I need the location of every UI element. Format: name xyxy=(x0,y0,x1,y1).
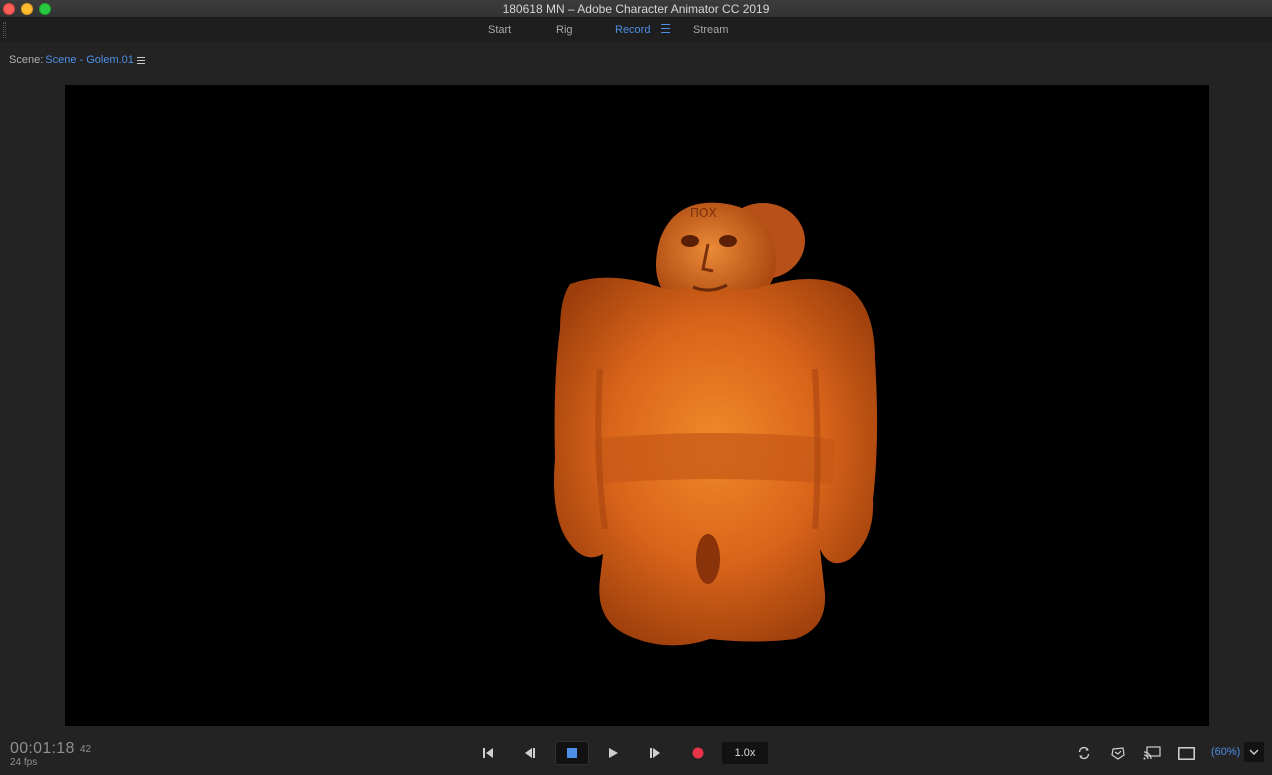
tab-rig[interactable]: Rig xyxy=(556,18,573,42)
zoom-level[interactable]: (60%) xyxy=(1211,746,1240,758)
scene-label: Scene: xyxy=(9,54,44,66)
frame-number: 42 xyxy=(80,744,92,755)
refresh-icon xyxy=(1078,746,1090,760)
timecode[interactable]: 00:01:18 xyxy=(10,740,75,758)
tab-stream[interactable]: Stream xyxy=(693,18,728,42)
skip-to-start-icon xyxy=(483,748,493,758)
record-icon xyxy=(692,747,704,759)
record-tab-menu-icon[interactable] xyxy=(661,24,670,34)
refresh-button[interactable] xyxy=(1074,741,1094,765)
scene-stage[interactable]: ПОХ xyxy=(65,85,1209,726)
go-to-start-button[interactable] xyxy=(478,741,498,765)
stream-button[interactable] xyxy=(1142,741,1162,765)
screen-button[interactable] xyxy=(1176,741,1196,765)
chevron-down-icon xyxy=(1249,749,1259,755)
golem-puppet-image: ПОХ xyxy=(554,202,878,646)
scene-header: Scene: Scene - Golem.01 xyxy=(9,53,134,67)
frame-rate: 24 fps xyxy=(10,757,38,768)
stream-icon xyxy=(1143,746,1161,760)
step-back-button[interactable] xyxy=(520,741,540,765)
puppet-icon xyxy=(1111,747,1125,760)
stop-icon xyxy=(567,748,577,758)
play-icon xyxy=(608,748,618,758)
step-forward-icon xyxy=(650,748,660,758)
svg-text:ПОХ: ПОХ xyxy=(690,206,717,220)
tab-start[interactable]: Start xyxy=(488,18,511,42)
record-button[interactable] xyxy=(688,741,708,765)
playback-speed-button[interactable]: 1.0x xyxy=(722,742,768,764)
window-title: 180618 MN – Adobe Character Animator CC … xyxy=(502,2,770,16)
panel-grip[interactable] xyxy=(3,22,6,38)
scene-menu-icon[interactable] xyxy=(137,57,145,65)
puppet-button[interactable] xyxy=(1108,741,1128,765)
zoom-dropdown-button[interactable] xyxy=(1244,742,1264,762)
stop-button[interactable] xyxy=(555,741,589,765)
scene-panel: Scene: Scene - Golem.01 ПОХ 00:01:18 42 … xyxy=(0,45,1272,775)
scene-name-dropdown[interactable]: Scene - Golem.01 xyxy=(45,54,134,66)
tab-record[interactable]: Record xyxy=(615,18,650,42)
title-bar: 180618 MN – Adobe Character Animator CC … xyxy=(0,0,1272,18)
screen-icon xyxy=(1177,746,1195,760)
play-button[interactable] xyxy=(603,741,623,765)
step-forward-button[interactable] xyxy=(645,741,665,765)
step-back-icon xyxy=(525,748,535,758)
workspace-tabs: Start Rig Record Stream xyxy=(0,18,1272,42)
